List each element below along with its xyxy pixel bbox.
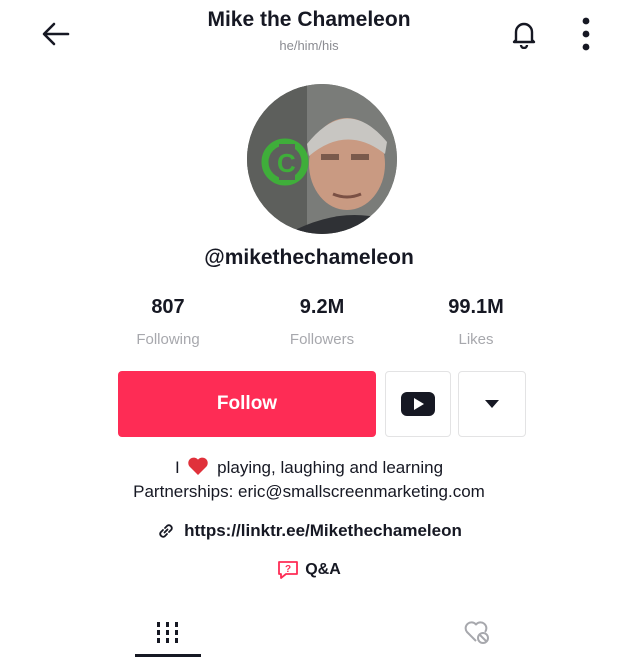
- likes-label: Likes: [458, 331, 494, 348]
- bell-icon: [512, 22, 536, 49]
- heart-icon: [188, 457, 209, 475]
- more-vertical-icon: [582, 17, 590, 51]
- tab-videos[interactable]: [128, 610, 208, 654]
- liked-videos-icon: [464, 621, 489, 644]
- username: @mikethechameleon: [204, 246, 414, 269]
- qa-icon: ?: [278, 561, 299, 579]
- bio-partnerships: Partnerships: eric@smallscreenmarketing.…: [133, 482, 485, 501]
- bio-text: playing, laughing and learning: [217, 458, 444, 477]
- bio-prefix: I: [174, 458, 180, 477]
- svg-text:?: ?: [285, 564, 291, 575]
- active-tab-indicator: [135, 654, 201, 657]
- more-options-button[interactable]: [566, 12, 606, 56]
- youtube-icon: [401, 392, 435, 416]
- followers-count[interactable]: 9.2M: [247, 296, 397, 319]
- svg-text:C: C: [277, 148, 296, 178]
- suggested-accounts-button[interactable]: [458, 371, 526, 437]
- bio-line-1: I playing, laughing and learning: [0, 456, 618, 478]
- tab-liked-videos[interactable]: [437, 610, 517, 654]
- following-count[interactable]: 807: [93, 296, 243, 319]
- avatar-photo: C: [247, 84, 397, 234]
- avatar[interactable]: C: [247, 84, 397, 234]
- follow-button[interactable]: Follow: [118, 371, 376, 437]
- qa-button[interactable]: ? Q&A: [0, 560, 618, 580]
- notifications-button[interactable]: [502, 14, 546, 54]
- bio-link-text[interactable]: https://linktr.ee/Mikethechameleon: [184, 521, 462, 541]
- followers-label[interactable]: Followers: [247, 331, 397, 348]
- likes-count: 99.1M: [448, 296, 504, 318]
- caret-down-icon: [485, 400, 499, 408]
- following-label[interactable]: Following: [93, 331, 243, 348]
- qa-label[interactable]: Q&A: [305, 561, 341, 579]
- bio-link[interactable]: https://linktr.ee/Mikethechameleon: [0, 521, 618, 541]
- link-icon: [159, 524, 173, 538]
- youtube-button[interactable]: [385, 371, 451, 437]
- grid-icon: [157, 622, 178, 643]
